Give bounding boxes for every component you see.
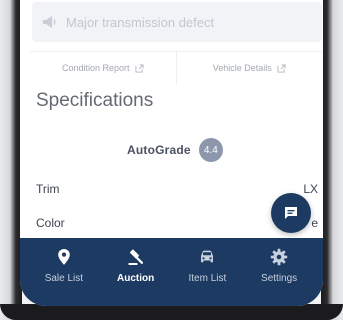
app-screen: Major transmission defect Condition Repo… [20,0,323,306]
defect-alert: Major transmission defect [32,2,322,42]
autograde-rating: AutoGrade 4.4 [127,138,223,162]
autograde-logo: AutoGrade [127,143,191,157]
phone-bezel-right [321,0,343,320]
megaphone-icon [43,16,56,28]
alert-text: Major transmission defect [66,14,215,30]
vehicle-details-label: Vehicle Details [212,63,272,73]
phone-device: Major transmission defect Condition Repo… [0,0,343,320]
nav-label: Settings [261,273,298,284]
gear-icon [270,248,288,266]
spec-row-trim: Trim LX [36,178,318,200]
nav-label: Item List [188,273,227,284]
spec-value: e [311,216,318,230]
spec-value: LX [303,182,318,196]
report-links: Condition Report Vehicle Details [30,51,322,84]
external-link-icon [277,63,286,73]
car-icon [201,250,214,263]
gavel-icon [128,249,143,265]
chat-button[interactable] [271,193,311,233]
external-link-icon [134,63,144,73]
condition-report-label: Condition Report [61,63,130,73]
specifications-heading: Specifications [36,90,154,111]
vehicle-details-link[interactable]: Vehicle Details [177,52,323,84]
phone-bezel-left [0,0,22,320]
spec-label: Color [36,216,65,230]
nav-label: Sale List [44,273,84,284]
map-pin-icon [58,249,70,265]
nav-settings[interactable]: Settings [248,248,310,306]
condition-report-link[interactable]: Condition Report [30,52,177,84]
nav-label: Auction [117,273,155,284]
phone-bezel-bottom [0,304,343,320]
spec-label: Trim [36,182,60,196]
chat-icon [285,207,297,219]
nav-auction[interactable]: Auction [105,248,167,306]
nav-sale-list[interactable]: Sale List [33,248,95,306]
bottom-navigation: Sale List Auction Item List Settings [20,238,323,306]
nav-item-list[interactable]: Item List [176,248,238,306]
autograde-score-badge: 4.4 [198,138,223,162]
